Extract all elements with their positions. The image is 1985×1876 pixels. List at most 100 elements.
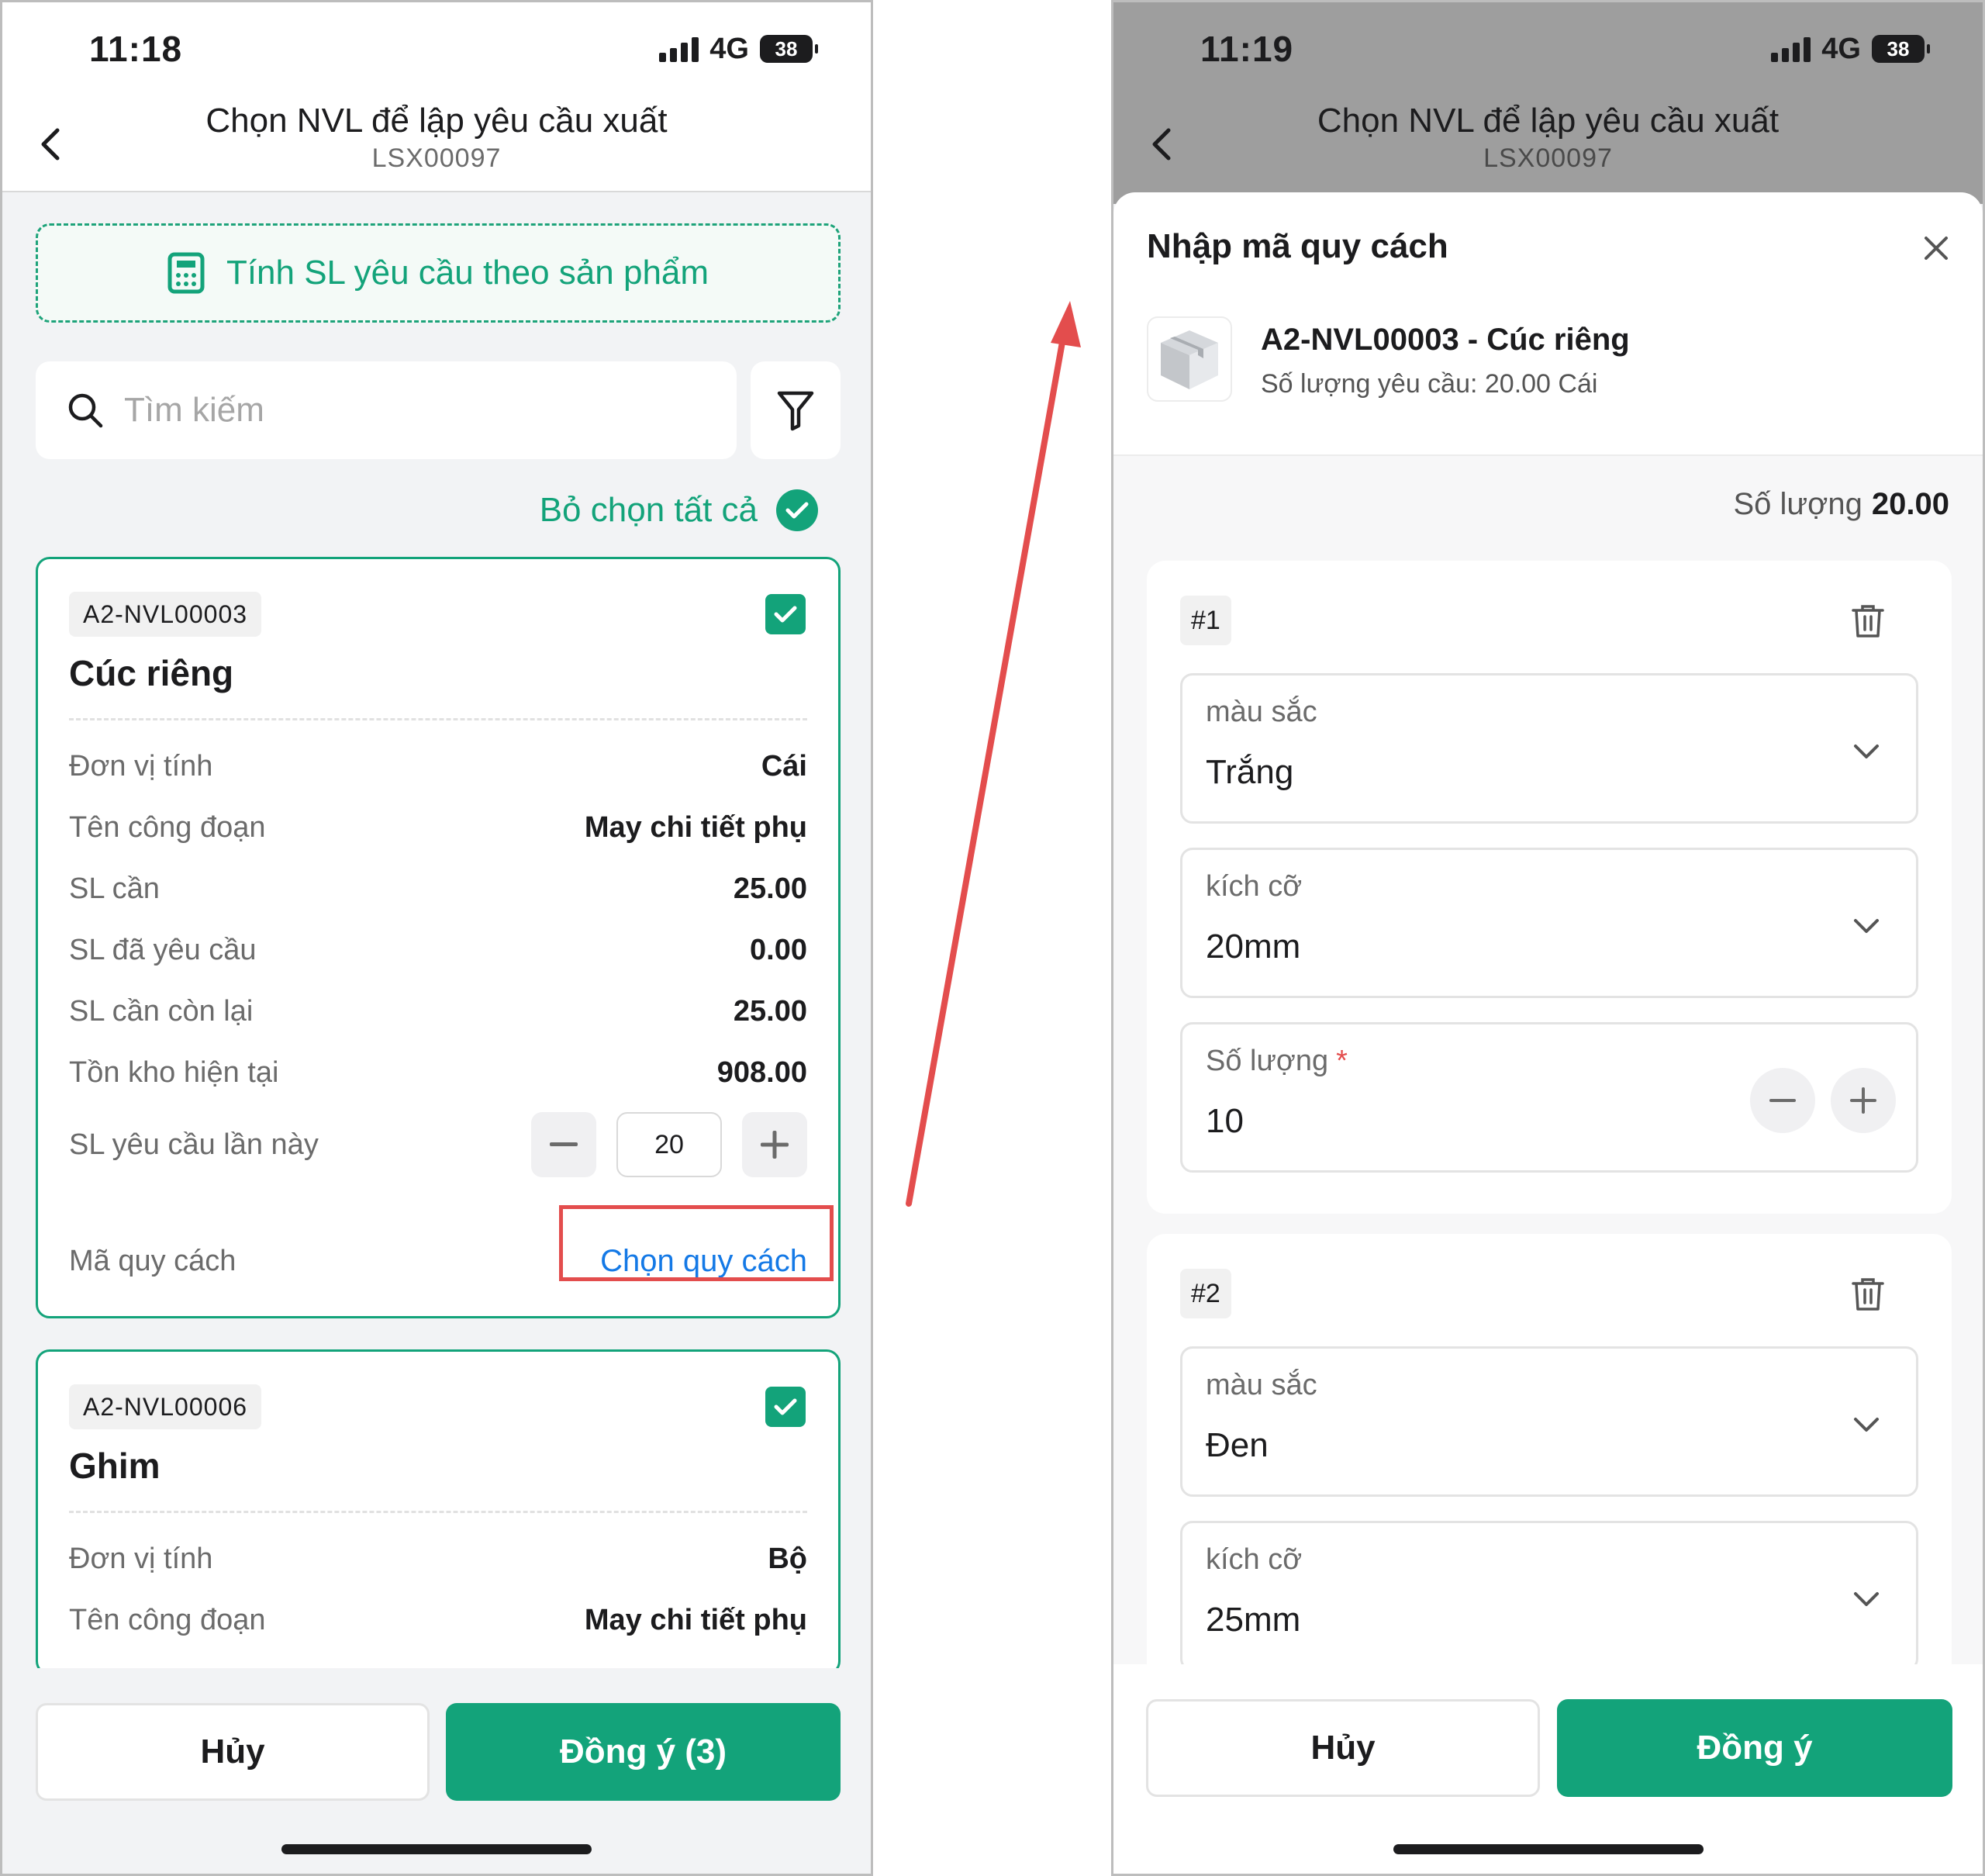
quantity-stepper: 20 <box>531 1112 807 1177</box>
trash-icon <box>1852 605 1884 637</box>
material-checkbox[interactable] <box>765 1387 806 1427</box>
row-label: SL cần còn lại <box>69 995 254 1028</box>
info-row-required: SL cần 25.00 <box>69 859 807 920</box>
info-row-stage: Tên công đoạn May chi tiết phụ <box>69 1590 807 1651</box>
status-time: 11:18 <box>89 29 183 69</box>
signal-icon <box>1771 36 1811 62</box>
spec-entry-card: #1 màu sắc Trắng kích cỡ 20mm Số lượng * … <box>1147 561 1952 1214</box>
decrease-button[interactable] <box>531 1112 596 1177</box>
delete-spec-button[interactable] <box>1845 598 1891 644</box>
row-label: Tên công đoạn <box>69 811 266 844</box>
signal-icon <box>659 36 699 62</box>
material-code: A2-NVL00006 <box>69 1384 262 1429</box>
product-image <box>1147 316 1232 402</box>
network-type: 4G <box>1821 32 1861 65</box>
request-qty-row: SL yêu cầu lần này 20 <box>69 1110 807 1180</box>
page-subtitle: LSX00097 <box>371 143 502 173</box>
quantity-field[interactable]: 20 <box>616 1112 722 1177</box>
size-select[interactable]: kích cỡ 25mm <box>1180 1521 1918 1671</box>
row-label: Đơn vị tính <box>69 1543 213 1575</box>
material-card: A2-NVL00003 Cúc riêng Đơn vị tính Cái Tên… <box>36 557 841 1318</box>
calculate-label: Tính SL yêu cầu theo sản phẩm <box>226 254 709 292</box>
info-row-unit: Đơn vị tính Cái <box>69 736 807 797</box>
battery-icon: 38 <box>1872 35 1930 63</box>
filter-button[interactable] <box>751 361 841 459</box>
check-circle-icon <box>776 489 818 531</box>
page-subtitle: LSX00097 <box>1483 143 1613 173</box>
decrease-button[interactable] <box>1750 1068 1815 1133</box>
size-select[interactable]: kích cỡ 20mm <box>1180 848 1918 998</box>
calculator-icon <box>167 252 205 294</box>
box-icon <box>1161 330 1218 389</box>
deselect-all-button[interactable]: Bỏ chọn tất cả <box>540 483 818 537</box>
increase-button[interactable] <box>1831 1068 1896 1133</box>
chevron-down-icon <box>1849 910 1883 941</box>
checkmark-icon <box>774 1398 797 1415</box>
plus-icon <box>1850 1087 1876 1114</box>
quantity-value[interactable]: 10 <box>1206 1102 1244 1141</box>
row-value: May chi tiết phụ <box>584 811 807 844</box>
info-row-stage: Tên công đoạn May chi tiết phụ <box>69 797 807 859</box>
plus-icon <box>761 1131 789 1159</box>
divider <box>69 718 807 720</box>
row-label: Đơn vị tính <box>69 750 213 783</box>
minus-icon <box>1769 1098 1796 1102</box>
field-value: Đen <box>1206 1426 1269 1464</box>
increase-button[interactable] <box>742 1112 807 1177</box>
row-value: 25.00 <box>733 872 807 905</box>
field-value: 20mm <box>1206 928 1301 966</box>
color-select[interactable]: màu sắc Trắng <box>1180 673 1918 824</box>
confirm-button[interactable]: Đồng ý <box>1557 1699 1952 1797</box>
material-code: A2-NVL00003 <box>69 592 262 637</box>
search-input[interactable] <box>124 391 713 430</box>
field-value: Trắng <box>1206 753 1294 791</box>
field-label: màu sắc <box>1206 696 1317 728</box>
status-bar: 11:18 4G 38 <box>2 2 871 95</box>
spec-bottom-sheet: Nhập mã quy cách A2-NVL00003 - Cúc riêng… <box>1113 192 1983 1874</box>
field-value: 25mm <box>1206 1601 1301 1639</box>
checkmark-icon <box>774 606 797 623</box>
left-screen: 11:18 4G 38 Chọn NVL để lập yêu cầu xuất… <box>0 0 873 1876</box>
spec-index: #2 <box>1180 1269 1231 1318</box>
deselect-all-label: Bỏ chọn tất cả <box>539 491 758 529</box>
battery-level: 38 <box>775 36 798 60</box>
delete-spec-button[interactable] <box>1845 1271 1891 1318</box>
row-value: Cái <box>761 750 807 783</box>
status-bar: 11:19 4G 38 <box>1113 2 1983 95</box>
color-select[interactable]: màu sắc Đen <box>1180 1346 1918 1497</box>
confirm-button[interactable]: Đồng ý (3) <box>446 1703 841 1801</box>
row-label: SL đã yêu cầu <box>69 934 257 966</box>
info-row-unit: Đơn vị tính Bộ <box>69 1529 807 1590</box>
row-value: 0.00 <box>750 934 807 966</box>
material-name: Cúc riêng <box>69 653 234 693</box>
page-title: Chọn NVL để lập yêu cầu xuất <box>205 102 668 140</box>
search-icon <box>68 393 103 428</box>
search-box <box>36 361 737 459</box>
calculate-by-product-button[interactable]: Tính SL yêu cầu theo sản phẩm <box>36 223 841 323</box>
total-qty-value: 20.00 <box>1871 487 1949 521</box>
close-button[interactable] <box>1919 231 1953 265</box>
row-value: 908.00 <box>716 1056 807 1089</box>
page-title: Chọn NVL để lập yêu cầu xuất <box>1317 102 1780 140</box>
total-qty: Số lượng 20.00 <box>1733 487 1949 522</box>
cancel-button[interactable]: Hủy <box>36 1703 430 1801</box>
row-value: Bộ <box>768 1543 807 1575</box>
choose-spec-link[interactable]: Chọn quy cách <box>600 1244 807 1279</box>
field-label: kích cỡ <box>1206 870 1303 903</box>
filter-icon <box>777 391 814 431</box>
required-mark: * <box>1336 1045 1348 1077</box>
material-name: Ghim <box>69 1446 161 1486</box>
chevron-down-icon <box>1849 1409 1883 1440</box>
nav-bar: Chọn NVL để lập yêu cầu xuất LSX00097 <box>2 95 871 192</box>
chevron-down-icon <box>1849 736 1883 767</box>
annotation-arrow <box>906 301 1081 1207</box>
row-value: May chi tiết phụ <box>584 1604 807 1636</box>
home-indicator <box>281 1844 592 1854</box>
battery-icon: 38 <box>760 35 818 63</box>
material-checkbox[interactable] <box>765 594 806 634</box>
cancel-button[interactable]: Hủy <box>1146 1699 1540 1797</box>
field-label: kích cỡ <box>1206 1543 1303 1576</box>
right-screen: 11:19 4G 38 Chọn NVL để lập yêu cầu xuất… <box>1111 0 1985 1876</box>
close-icon <box>1925 237 1948 260</box>
row-label: Tên công đoạn <box>69 1604 266 1636</box>
